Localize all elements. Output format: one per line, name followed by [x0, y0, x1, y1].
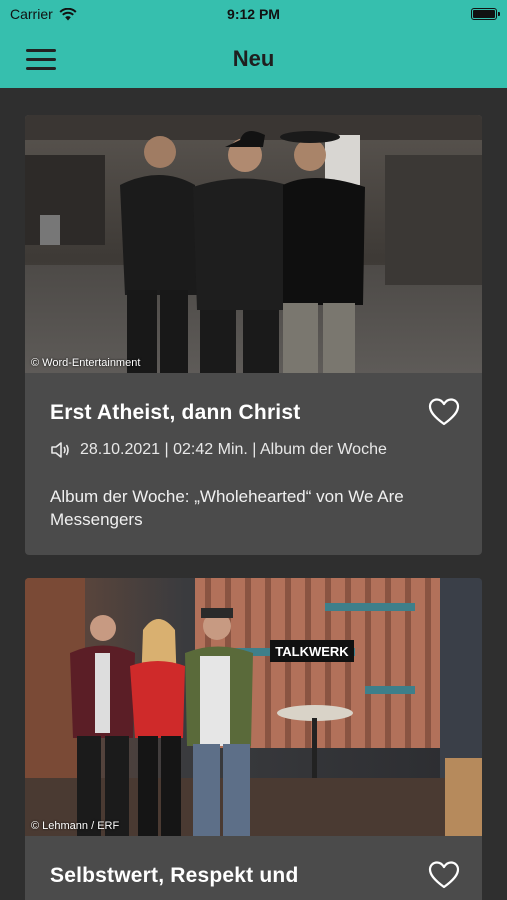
- article-title: Selbstwert, Respekt und: [50, 864, 299, 887]
- article-meta: 28.10.2021 | 02:42 Min. | Album der Woch…: [50, 440, 387, 460]
- page-title: Neu: [232, 46, 275, 71]
- status-time: 9:12 PM: [227, 6, 280, 22]
- article-card[interactable]: TALKWERK © Lehmann / ERF Selbstwert, Res…: [25, 578, 482, 900]
- talkwerk-sign-text: TALKWERK: [275, 644, 349, 659]
- article-image: © Word-Entertainment: [25, 115, 482, 373]
- speaker-icon: [51, 442, 69, 458]
- heart-icon[interactable]: [428, 860, 460, 890]
- article-image: TALKWERK © Lehmann / ERF: [25, 578, 482, 836]
- status-bar: Carrier 9:12 PM: [0, 0, 507, 30]
- heart-icon[interactable]: [428, 397, 460, 427]
- article-description: Album der Woche: „Wholehearted“ von We A…: [50, 487, 404, 529]
- article-meta-text: 28.10.2021 | 02:42 Min. | Album der Woch…: [80, 441, 387, 458]
- article-title: Erst Atheist, dann Christ: [50, 401, 301, 424]
- image-credit: © Word-Entertainment: [31, 357, 141, 369]
- top-navigation-bar: Neu: [0, 30, 507, 88]
- battery-icon: [471, 8, 500, 20]
- article-card[interactable]: © Word-Entertainment Erst Atheist, dann …: [25, 115, 482, 555]
- image-credit: © Lehmann / ERF: [31, 820, 120, 832]
